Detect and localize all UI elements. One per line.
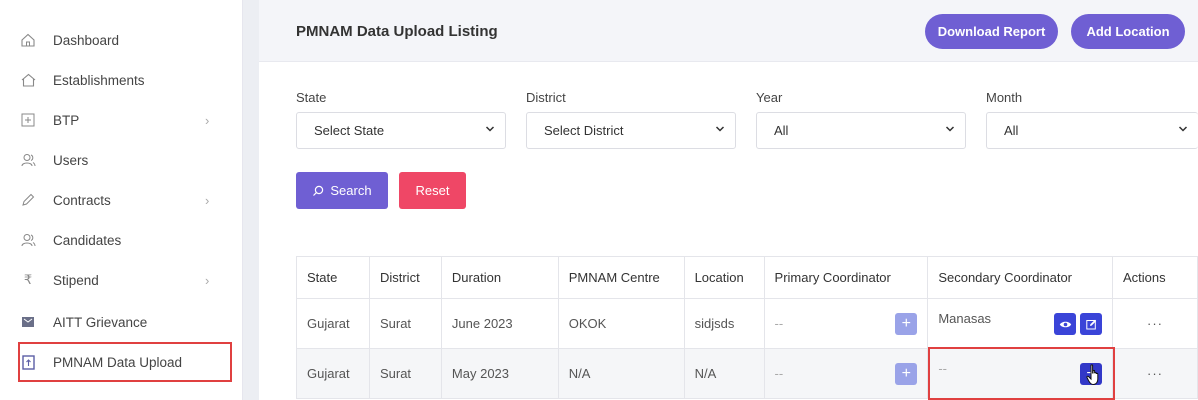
building-icon bbox=[20, 72, 36, 88]
sidebar-item-contracts[interactable]: Contracts › bbox=[20, 180, 238, 220]
users-icon bbox=[20, 232, 36, 248]
users-icon bbox=[20, 152, 36, 168]
month-label: Month bbox=[986, 90, 1023, 105]
year-select[interactable]: All bbox=[756, 112, 966, 149]
cell-location: N/A bbox=[683, 348, 765, 399]
sidebar-scrollbar[interactable] bbox=[243, 0, 259, 400]
sidebar-item-label: Candidates bbox=[53, 232, 122, 248]
search-button-label: Search bbox=[330, 183, 372, 198]
sidebar-item-label: PMNAM Data Upload bbox=[53, 354, 183, 370]
add-primary-coordinator-button[interactable]: + bbox=[895, 313, 918, 335]
column-header: Duration bbox=[440, 256, 559, 299]
pen-icon bbox=[20, 192, 36, 208]
edit-button[interactable] bbox=[1080, 313, 1103, 335]
sidebar-item-candidates[interactable]: Candidates bbox=[20, 220, 238, 260]
sidebar-item-stipend[interactable]: ₹ Stipend › bbox=[20, 260, 238, 300]
secondary-coordinator-value: -- bbox=[938, 361, 947, 376]
hand-cursor-icon bbox=[1086, 364, 1099, 386]
sidebar-item-label: Users bbox=[53, 152, 89, 168]
district-select-value: Select District bbox=[544, 123, 624, 138]
column-header: District bbox=[368, 256, 442, 299]
chevron-right-icon: › bbox=[205, 272, 210, 288]
sidebar-item-aitt-grievance[interactable]: AITT Grievance bbox=[20, 302, 238, 342]
chevron-down-icon bbox=[945, 126, 955, 132]
column-header: Secondary Coordinator bbox=[927, 256, 1114, 299]
column-header: Actions bbox=[1112, 256, 1198, 299]
cell-secondary-coordinator: Manasas bbox=[927, 298, 1114, 349]
grievance-icon bbox=[20, 314, 36, 330]
sidebar-item-label: BTP bbox=[53, 112, 80, 128]
page-title: PMNAM Data Upload Listing bbox=[296, 23, 498, 40]
main-content: PMNAM Data Upload Listing Download Repor… bbox=[259, 0, 1198, 400]
cell-state: Gujarat bbox=[296, 348, 370, 399]
state-label: State bbox=[296, 90, 327, 105]
table-row: Gujarat Surat May 2023 N/A N/A -- + -- +… bbox=[296, 348, 1198, 399]
column-header: Location bbox=[683, 256, 765, 299]
chevron-right-icon: › bbox=[205, 192, 210, 208]
primary-coordinator-value: -- bbox=[774, 366, 784, 381]
upload-file-icon bbox=[20, 354, 36, 370]
table-header-row: State District Duration PMNAM Centre Loc… bbox=[296, 256, 1198, 299]
search-icon bbox=[313, 185, 324, 196]
column-header: PMNAM Centre bbox=[557, 256, 685, 299]
edit-icon bbox=[1085, 319, 1096, 329]
cell-duration: June 2023 bbox=[440, 298, 559, 349]
cell-primary-coordinator: -- + bbox=[763, 348, 929, 399]
sidebar-item-users[interactable]: Users bbox=[20, 140, 238, 180]
column-header: Primary Coordinator bbox=[763, 256, 929, 299]
district-label: District bbox=[526, 90, 566, 105]
sidebar-item-label: Establishments bbox=[53, 72, 145, 88]
rupee-icon: ₹ bbox=[23, 272, 33, 287]
cell-district: Surat bbox=[368, 348, 442, 399]
cell-district: Surat bbox=[368, 298, 442, 349]
sidebar-item-establishments[interactable]: Establishments bbox=[20, 60, 238, 100]
cell-centre: OKOK bbox=[557, 298, 685, 349]
view-button[interactable] bbox=[1054, 313, 1077, 335]
column-header: State bbox=[296, 256, 370, 299]
sidebar-item-btp[interactable]: BTP › bbox=[20, 100, 238, 140]
plus-square-icon bbox=[20, 112, 36, 128]
year-label: Year bbox=[756, 90, 783, 105]
state-select-value: Select State bbox=[314, 123, 385, 138]
actions-menu-button[interactable]: ··· bbox=[1112, 348, 1198, 399]
home-icon bbox=[20, 32, 36, 48]
eye-icon bbox=[1059, 321, 1071, 327]
download-report-button[interactable]: Download Report bbox=[925, 14, 1058, 49]
cell-primary-coordinator: -- + bbox=[763, 298, 929, 349]
add-location-button[interactable]: Add Location bbox=[1071, 14, 1185, 49]
actions-menu-button[interactable]: ··· bbox=[1112, 298, 1198, 349]
sidebar-item-pmnam-data-upload[interactable]: PMNAM Data Upload bbox=[18, 342, 232, 382]
chevron-right-icon: › bbox=[205, 112, 210, 128]
month-select-value: All bbox=[1004, 123, 1019, 138]
search-button[interactable]: Search bbox=[296, 172, 388, 209]
primary-coordinator-value: -- bbox=[774, 316, 784, 331]
cell-secondary-coordinator: -- + bbox=[927, 348, 1114, 399]
sidebar: Dashboard Establishments BTP › Users Con… bbox=[0, 0, 243, 400]
sidebar-item-label: AITT Grievance bbox=[53, 314, 148, 330]
sidebar-item-label: Contracts bbox=[53, 192, 111, 208]
table-row: Gujarat Surat June 2023 OKOK sidjsds -- … bbox=[296, 298, 1198, 349]
secondary-coordinator-value: Manasas bbox=[938, 311, 992, 326]
month-select[interactable]: All bbox=[986, 112, 1198, 149]
sidebar-item-dashboard[interactable]: Dashboard bbox=[20, 20, 238, 60]
reset-button[interactable]: Reset bbox=[399, 172, 466, 209]
cell-duration: May 2023 bbox=[440, 348, 559, 399]
add-primary-coordinator-button[interactable]: + bbox=[895, 363, 918, 385]
chevron-down-icon bbox=[485, 126, 495, 132]
chevron-down-icon bbox=[1178, 126, 1188, 132]
data-table: State District Duration PMNAM Centre Loc… bbox=[296, 256, 1198, 399]
sidebar-item-label: Dashboard bbox=[53, 32, 120, 48]
year-select-value: All bbox=[774, 123, 789, 138]
page-header: PMNAM Data Upload Listing Download Repor… bbox=[259, 0, 1198, 62]
cell-location: sidjsds bbox=[683, 298, 765, 349]
cell-state: Gujarat bbox=[296, 298, 370, 349]
cell-centre: N/A bbox=[557, 348, 685, 399]
state-select[interactable]: Select State bbox=[296, 112, 506, 149]
sidebar-item-label: Stipend bbox=[53, 272, 99, 288]
district-select[interactable]: Select District bbox=[526, 112, 736, 149]
chevron-down-icon bbox=[715, 126, 725, 132]
